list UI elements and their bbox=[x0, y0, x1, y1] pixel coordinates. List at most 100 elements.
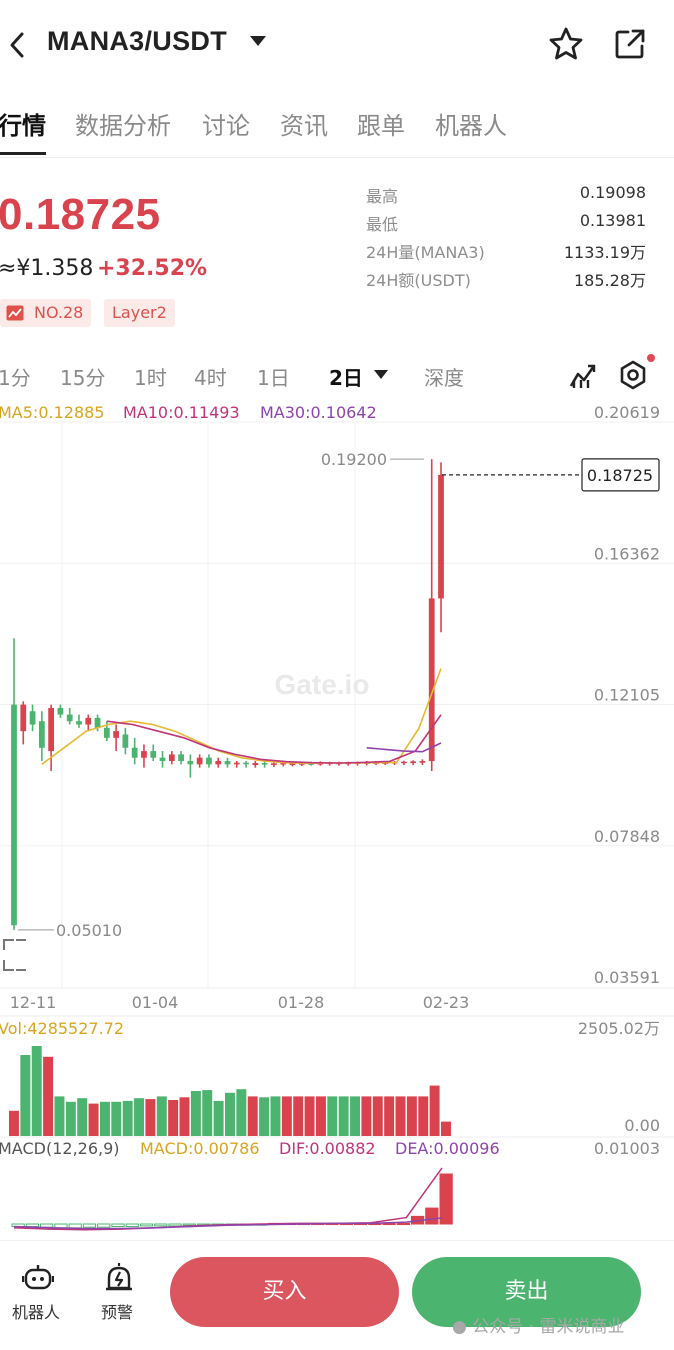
stat-turnover-value: 185.28万 bbox=[574, 271, 646, 290]
last-price: 0.18725 bbox=[0, 190, 161, 239]
price-axis-label: 0.07848 bbox=[594, 827, 660, 846]
macd-histogram-bar bbox=[111, 1223, 125, 1228]
timeframe-more-caret-icon[interactable] bbox=[374, 370, 388, 379]
price-axis-label: 0.12105 bbox=[594, 686, 660, 705]
tab-data-analysis[interactable]: 数据分析 bbox=[75, 106, 171, 141]
pair-dropdown-caret-icon[interactable] bbox=[250, 36, 266, 46]
macd-histogram-bar bbox=[68, 1223, 82, 1229]
macd-histogram-bar bbox=[139, 1223, 154, 1227]
candle-body bbox=[76, 721, 82, 725]
volume-bar bbox=[293, 1096, 304, 1136]
volume-bar bbox=[225, 1092, 235, 1136]
candle-body bbox=[141, 751, 147, 758]
candle-body bbox=[196, 757, 203, 765]
candle-body bbox=[419, 761, 426, 763]
volume-bar bbox=[134, 1098, 145, 1136]
macd-histogram-bar bbox=[154, 1223, 168, 1227]
candle-body bbox=[400, 761, 407, 764]
notification-dot bbox=[647, 354, 655, 362]
tab-market[interactable]: 行情 bbox=[0, 106, 46, 141]
timeframe-1m[interactable]: 1分 bbox=[0, 362, 31, 391]
candle-body bbox=[243, 762, 249, 765]
dif-line bbox=[13, 1167, 443, 1231]
wechat-watermark: ● 公众号 · 雷米说商业 bbox=[452, 1312, 624, 1337]
candle-body bbox=[261, 763, 268, 765]
price-axis-label: 0.03591 bbox=[594, 968, 660, 987]
price-axis-label: 0.20619 bbox=[594, 403, 660, 422]
active-tab-indicator bbox=[0, 152, 46, 155]
back-arrow-icon[interactable] bbox=[4, 28, 34, 62]
macd-histogram-bar bbox=[25, 1223, 40, 1228]
date-label: 01-04 bbox=[132, 993, 179, 1012]
cny-price: ≈¥1.358 bbox=[0, 256, 94, 281]
volume-bar bbox=[429, 1085, 440, 1136]
volume-label: Vol:4285527.72 bbox=[0, 1019, 124, 1038]
candle-body bbox=[438, 474, 444, 599]
rank-badge[interactable]: NO.28 bbox=[0, 299, 92, 327]
macd-histogram-bar bbox=[125, 1223, 139, 1228]
buy-button[interactable]: 买入 bbox=[170, 1257, 399, 1327]
volume-bar bbox=[9, 1110, 19, 1136]
tab-copy-trading[interactable]: 跟单 bbox=[357, 106, 405, 141]
volume-axis-min: 0.00 bbox=[624, 1116, 660, 1135]
macd-histogram-bar bbox=[168, 1223, 182, 1227]
alert-label[interactable]: 预警 bbox=[101, 1299, 133, 1323]
date-label: 01-28 bbox=[278, 993, 325, 1012]
volume-bar bbox=[202, 1090, 213, 1136]
volume-bar bbox=[54, 1096, 65, 1136]
fullscreen-icon bbox=[3, 939, 26, 971]
candle-body bbox=[66, 714, 73, 722]
volume-bar bbox=[281, 1096, 292, 1136]
volume-bar bbox=[20, 1055, 31, 1136]
category-tag[interactable]: Layer2 bbox=[104, 299, 175, 327]
volume-bar bbox=[179, 1097, 190, 1136]
kline-chart[interactable]: 0.20619 0.16362 0.12105 0.07848 0.03591 Gate.… bbox=[0, 398, 674, 1240]
volume-bar bbox=[31, 1046, 42, 1136]
price-change-percent: +32.52% bbox=[97, 256, 208, 281]
depth-tab[interactable]: 深度 bbox=[424, 362, 464, 391]
macd-histogram-bar bbox=[182, 1223, 196, 1226]
candle-body bbox=[103, 727, 110, 738]
share-icon[interactable] bbox=[612, 26, 648, 62]
date-label: 12-11 bbox=[10, 993, 57, 1012]
volume-axis-max: 2505.02万 bbox=[578, 1019, 660, 1038]
timeframe-4h[interactable]: 4时 bbox=[194, 362, 227, 391]
indicator-icon[interactable] bbox=[568, 360, 598, 390]
timeframe-15m[interactable]: 15分 bbox=[60, 362, 105, 391]
ma5-line bbox=[41, 668, 442, 765]
tab-discussion[interactable]: 讨论 bbox=[202, 106, 250, 141]
tab-news[interactable]: 资讯 bbox=[280, 106, 328, 141]
settings-gear-icon[interactable] bbox=[618, 360, 648, 390]
macd-histogram-bar bbox=[82, 1223, 97, 1228]
volume-bar bbox=[270, 1096, 281, 1136]
timeframe-1h[interactable]: 1时 bbox=[134, 362, 167, 391]
alert-bell-icon[interactable] bbox=[103, 1262, 135, 1294]
top-bar: MANA3/USDT bbox=[0, 0, 674, 90]
volume-bar bbox=[213, 1100, 224, 1136]
candle-body bbox=[206, 757, 212, 765]
candle-body bbox=[122, 734, 129, 748]
date-label: 02-23 bbox=[423, 993, 470, 1012]
candle-body bbox=[178, 754, 184, 762]
candle-body bbox=[252, 763, 259, 766]
robot-icon[interactable] bbox=[22, 1262, 54, 1294]
volume-bar bbox=[156, 1096, 167, 1136]
candle-body bbox=[410, 761, 417, 764]
volume-bar bbox=[327, 1096, 338, 1136]
rank-label: NO.28 bbox=[34, 303, 84, 322]
pair-title[interactable]: MANA3/USDT bbox=[47, 26, 227, 57]
low-marker-label: 0.05010 bbox=[56, 921, 122, 940]
macd-histogram-bar bbox=[439, 1173, 453, 1225]
volume-bar bbox=[65, 1101, 76, 1136]
macd-histogram-bar bbox=[396, 1222, 410, 1226]
tab-bots[interactable]: 机器人 bbox=[435, 106, 507, 141]
candle-body bbox=[57, 707, 64, 715]
candle-body bbox=[187, 761, 194, 765]
volume-bar bbox=[338, 1096, 349, 1136]
timeframe-2d[interactable]: 2日 bbox=[329, 362, 363, 391]
timeframe-1d[interactable]: 1日 bbox=[257, 362, 290, 391]
favorite-star-icon[interactable] bbox=[548, 26, 584, 62]
robot-label[interactable]: 机器人 bbox=[12, 1299, 60, 1323]
volume-bar bbox=[441, 1121, 451, 1136]
candle-body bbox=[233, 762, 240, 765]
